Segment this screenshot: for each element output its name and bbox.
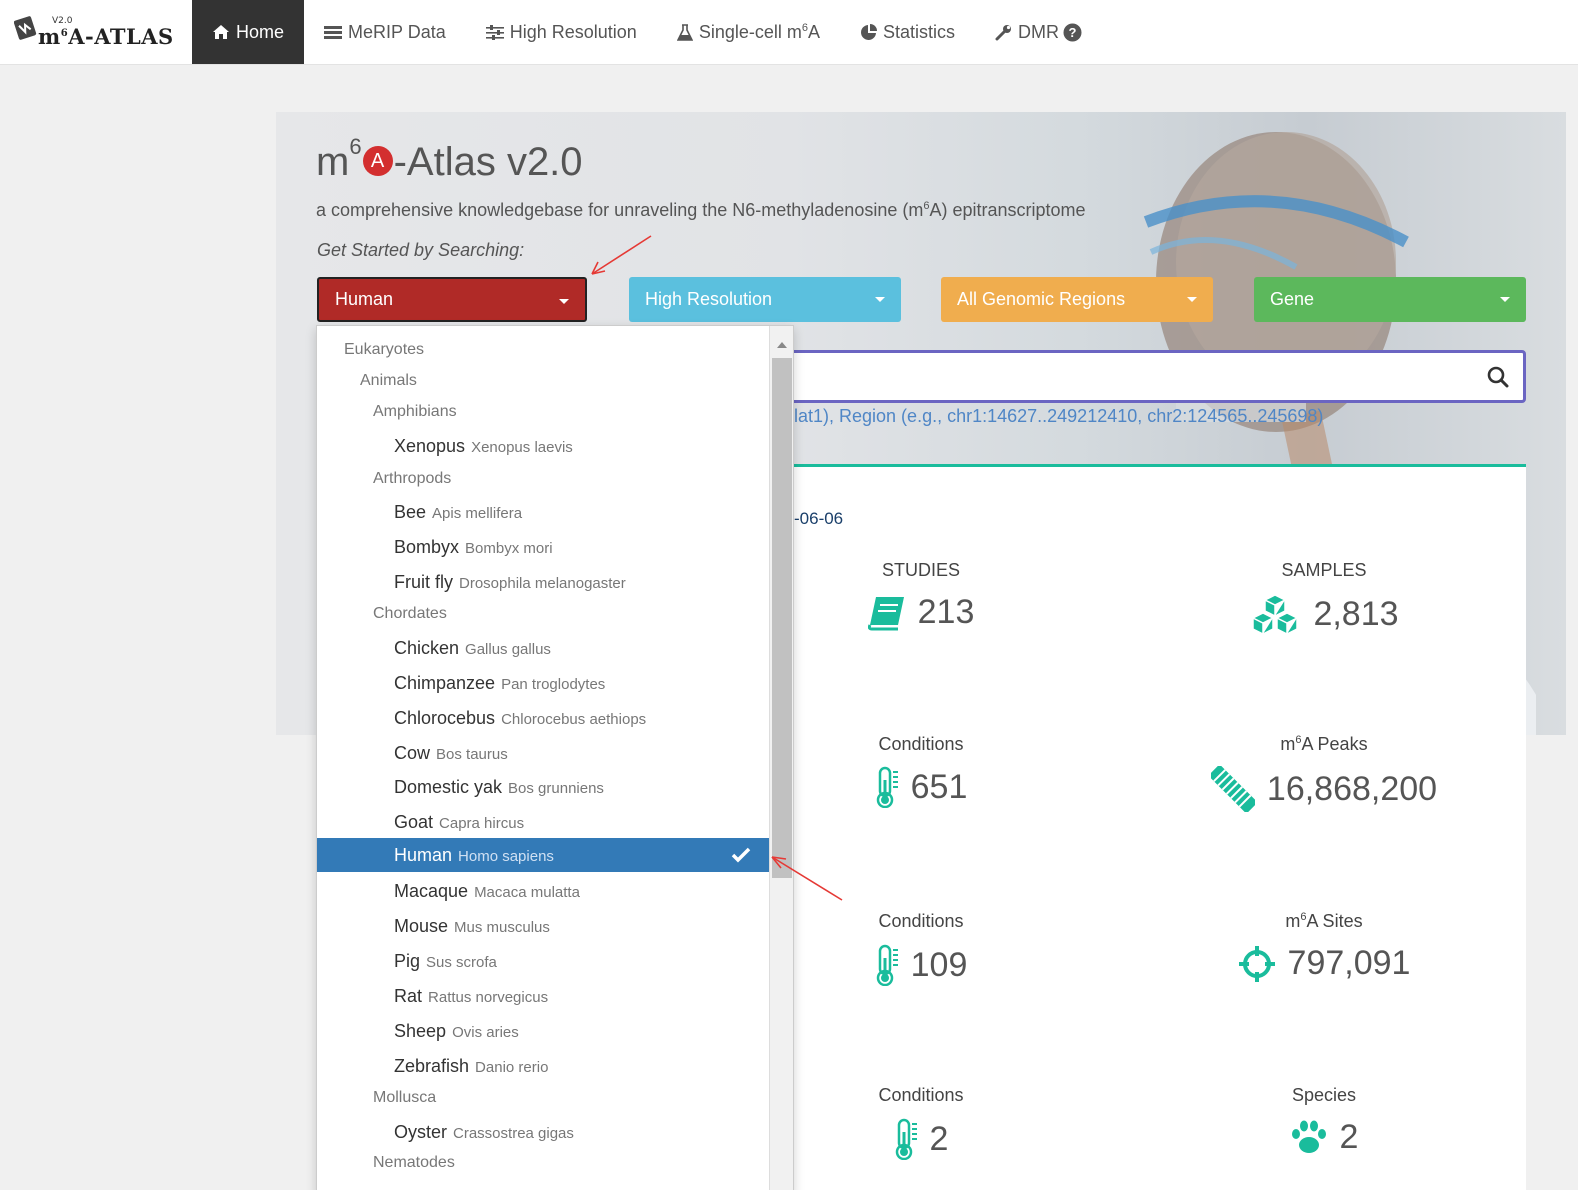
caret-down-icon xyxy=(1500,297,1510,302)
dropdown-group-header: Amphibians xyxy=(373,403,457,420)
a-badge-icon: A xyxy=(362,146,393,177)
stat-value-studies: 213 xyxy=(771,593,1071,632)
stat-label-conditions-sites: Conditions xyxy=(878,911,964,931)
dropdown-group-header: Arthropods xyxy=(373,470,452,487)
page-subtitle: a comprehensive knowledgebase for unrave… xyxy=(316,200,1086,220)
pie-chart-icon xyxy=(861,23,877,40)
dropdown-option-chlorocebus[interactable]: Chlorocebus Chlorocebus aethiops xyxy=(317,701,769,735)
dropdown-option-cow[interactable]: Cow Bos taurus xyxy=(317,736,769,770)
stat-label-species: Species xyxy=(1291,1085,1357,1105)
thermometer-icon xyxy=(876,766,898,808)
dropdown-option-macaque[interactable]: Macaque Macaca mulatta xyxy=(317,874,769,908)
nav-dmr[interactable]: DMR ? xyxy=(975,0,1102,64)
resolution-select[interactable]: High Resolution xyxy=(629,277,901,322)
dropdown-option-zebrafish[interactable]: Zebrafish Danio rerio xyxy=(317,1049,769,1083)
stat-value-conditions-sites: 109 xyxy=(771,944,1071,986)
list-icon xyxy=(324,25,343,39)
search-input[interactable] xyxy=(790,350,1526,403)
stat-label-peaks: m6A Peaks xyxy=(1280,734,1368,754)
stat-value-conditions-peaks: 651 xyxy=(771,766,1071,808)
dropdown-option-rat[interactable]: Rat Rattus norvegicus xyxy=(317,979,769,1013)
top-navbar: V2.0 m6A-ATLAS Home MeRIP Data High Reso… xyxy=(0,0,1578,65)
thermometer-icon xyxy=(895,1118,917,1160)
dropdown-option-mouse[interactable]: Mouse Mus musculus xyxy=(317,909,769,943)
nav-home[interactable]: Home xyxy=(192,0,305,64)
get-started-label: Get Started by Searching: xyxy=(317,240,525,260)
dropdown-option-chimpanzee[interactable]: Chimpanzee Pan troglodytes xyxy=(317,666,769,700)
type-select[interactable]: Gene xyxy=(1254,277,1526,322)
stat-value-species: 2 xyxy=(1174,1118,1474,1157)
question-circle-icon[interactable]: ? xyxy=(1063,23,1082,42)
stat-label-samples: SAMPLES xyxy=(1281,560,1367,580)
brand-name: m6A-ATLAS xyxy=(38,24,174,49)
wrench-icon xyxy=(995,24,1012,40)
home-icon xyxy=(213,25,229,39)
dropdown-option-fruit-fly[interactable]: Fruit fly Drosophila melanogaster xyxy=(317,565,769,599)
dropdown-option-sheep[interactable]: Sheep Ovis aries xyxy=(317,1014,769,1048)
stat-value-samples: 2,813 xyxy=(1174,593,1474,635)
page-title: m6A -Atlas v2.0 xyxy=(316,134,583,184)
nav-single-cell[interactable]: Single-cell m6A xyxy=(657,0,840,64)
dropdown-option-pig[interactable]: Pig Sus scrofa xyxy=(317,944,769,978)
dropdown-group-header: Animals xyxy=(360,372,417,389)
dropdown-group-header: Mollusca xyxy=(373,1089,437,1106)
update-date: -06-06 xyxy=(794,509,844,528)
caret-down-icon xyxy=(875,297,885,302)
paw-icon xyxy=(1291,1120,1326,1153)
checkmark-icon xyxy=(731,847,751,863)
stat-value-sites: 797,091 xyxy=(1174,944,1474,983)
crosshairs-icon xyxy=(1238,945,1275,982)
scrollbar-thumb[interactable] xyxy=(772,358,792,878)
search-icon[interactable] xyxy=(1487,366,1509,388)
caret-down-icon xyxy=(559,299,569,304)
stat-value-conditions-sc: 2 xyxy=(771,1118,1071,1160)
dropdown-option-chicken[interactable]: Chicken Gallus gallus xyxy=(317,631,769,665)
stat-label-sites: m6A Sites xyxy=(1285,911,1363,931)
species-select[interactable]: Human xyxy=(317,277,587,322)
dropdown-option-human[interactable]: Human Homo sapiens xyxy=(317,838,769,872)
nav-merip-data[interactable]: MeRIP Data xyxy=(304,0,466,64)
search-hint: lat1), Region (e.g., chr1:14627..2492124… xyxy=(794,406,1324,426)
book-icon xyxy=(867,596,904,630)
scroll-up-arrow-icon[interactable] xyxy=(777,342,787,348)
dropdown-group-header: Eukaryotes xyxy=(344,341,425,358)
dropdown-group-header: Nematodes xyxy=(373,1154,455,1171)
cubes-icon xyxy=(1251,594,1300,635)
svg-text:?: ? xyxy=(1069,25,1077,40)
dna-icon xyxy=(1210,766,1255,812)
brand-logo[interactable]: V2.0 m6A-ATLAS xyxy=(10,10,180,54)
stat-value-peaks: 16,868,200 xyxy=(1174,766,1474,812)
caret-down-icon xyxy=(1187,297,1197,302)
sliders-icon xyxy=(485,24,504,40)
nav-statistics[interactable]: Statistics xyxy=(840,0,975,64)
nav-high-resolution[interactable]: High Resolution xyxy=(466,0,657,64)
stat-label-conditions-sc: Conditions xyxy=(878,1085,964,1105)
dropdown-option-bombyx[interactable]: Bombyx Bombyx mori xyxy=(317,530,769,564)
stat-label-studies: STUDIES xyxy=(881,560,960,580)
thermometer-icon xyxy=(876,944,898,986)
dropdown-group-header: Chordates xyxy=(373,605,447,622)
nav-menu: Home MeRIP Data High Resolution Single-c… xyxy=(192,0,1102,64)
flask-icon xyxy=(676,23,693,41)
dropdown-scrollbar[interactable] xyxy=(769,326,793,1190)
dropdown-option-goat[interactable]: Goat Capra hircus xyxy=(317,805,769,839)
dropdown-option-xenopus[interactable]: Xenopus Xenopus laevis xyxy=(317,429,769,463)
species-dropdown-menu: Eukaryotes Animals Amphibians Xenopus Xenopu… xyxy=(316,325,794,1190)
dropdown-option-domestic-yak[interactable]: Domestic yak Bos grunniens xyxy=(317,770,769,804)
dropdown-option-oyster[interactable]: Oyster Crassostrea gigas xyxy=(317,1115,769,1149)
dropdown-option-bee[interactable]: Bee Apis mellifera xyxy=(317,495,769,529)
stat-label-conditions-peaks: Conditions xyxy=(878,734,964,754)
region-select[interactable]: All Genomic Regions xyxy=(941,277,1213,322)
